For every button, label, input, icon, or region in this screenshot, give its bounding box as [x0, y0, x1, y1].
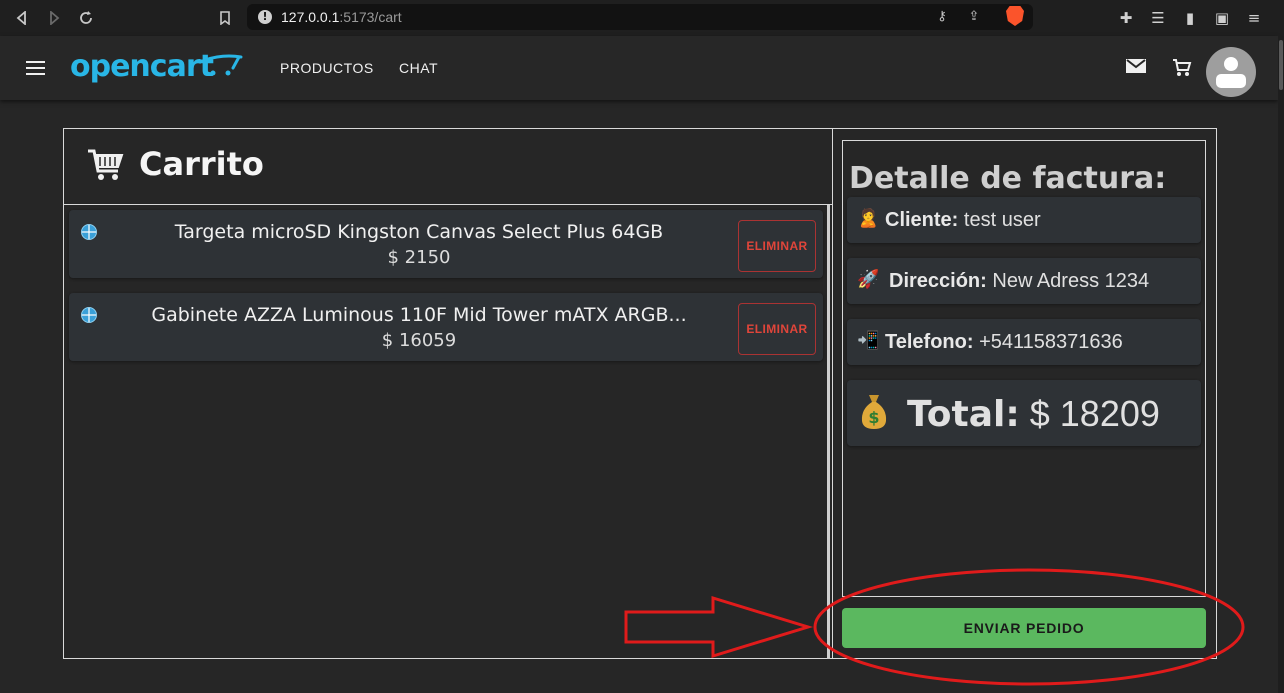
cart-items-list[interactable]: Targeta microSD Kingston Canvas Select P…: [64, 205, 830, 659]
url-text: 127.0.0.1:5173/cart: [281, 9, 402, 25]
shopping-cart-icon: [88, 149, 124, 180]
cart-header: Carrito: [64, 129, 832, 205]
extensions-icon[interactable]: ✚: [1116, 8, 1136, 28]
item-name: Gabinete AZZA Luminous 110F Mid Tower mA…: [151, 304, 687, 326]
nav-productos[interactable]: PRODUCTOS: [280, 60, 374, 76]
key-icon[interactable]: ⚷: [933, 8, 951, 26]
item-price: $ 2150: [387, 247, 451, 268]
sidebar-icon[interactable]: ▮: [1180, 8, 1200, 28]
page-scrollbar[interactable]: [1278, 36, 1284, 693]
app-header: opencart PRODUCTOS CHAT: [0, 36, 1278, 100]
rocket-icon: 🚀: [857, 269, 880, 290]
back-icon[interactable]: [12, 8, 32, 28]
scrollbar-thumb[interactable]: [1279, 40, 1283, 90]
logo-cart-icon: [203, 54, 243, 76]
client-card: 🙎 Cliente: test user: [847, 197, 1201, 243]
bookmark-icon[interactable]: [215, 8, 235, 28]
page-title: Carrito: [139, 145, 264, 183]
globe-icon: [81, 307, 97, 323]
nav-chat[interactable]: CHAT: [399, 60, 438, 76]
media-icon[interactable]: ☰: [1148, 8, 1168, 28]
avatar[interactable]: [1206, 47, 1256, 97]
reload-icon[interactable]: [76, 8, 96, 28]
globe-icon: [81, 224, 97, 240]
phone-text: Telefono: +541158371636: [885, 331, 1123, 353]
address-card: 🚀 Dirección: New Adress 1234: [847, 258, 1201, 304]
share-icon[interactable]: ⇪: [965, 8, 983, 26]
client-text: Cliente: test user: [885, 209, 1041, 231]
person-icon: 🙎: [857, 208, 880, 229]
logo[interactable]: opencart: [70, 49, 214, 84]
site-info-icon[interactable]: !: [258, 10, 272, 24]
hamburger-menu-icon[interactable]: [26, 61, 45, 75]
invoice-panel: Detalle de factura: 🙎 Cliente: test user…: [833, 128, 1217, 659]
menu-icon[interactable]: ≡: [1244, 8, 1264, 28]
invoice-details: Detalle de factura: 🙎 Cliente: test user…: [842, 140, 1206, 597]
forward-icon[interactable]: [44, 8, 64, 28]
mail-icon[interactable]: [1125, 58, 1147, 80]
cart-icon[interactable]: [1171, 58, 1193, 80]
phone-card: 📲 Telefono: +541158371636: [847, 319, 1201, 365]
total-text: Total: $ 18209: [907, 393, 1160, 435]
remove-item-button[interactable]: ELIMINAR: [738, 220, 816, 272]
remove-item-button[interactable]: ELIMINAR: [738, 303, 816, 355]
invoice-title: Detalle de factura:: [849, 161, 1167, 196]
phone-icon: 📲: [857, 330, 880, 351]
address-text: Dirección: New Adress 1234: [889, 270, 1150, 292]
cart-item: Gabinete AZZA Luminous 110F Mid Tower mA…: [69, 293, 823, 361]
address-bar[interactable]: ! 127.0.0.1:5173/cart ⚷ ⇪: [247, 4, 1033, 30]
wallet-icon[interactable]: ▣: [1212, 8, 1232, 28]
money-bag-icon: $: [861, 395, 887, 429]
item-price: $ 16059: [381, 330, 457, 351]
send-order-button[interactable]: ENVIAR PEDIDO: [842, 608, 1206, 648]
browser-toolbar: ! 127.0.0.1:5173/cart ⚷ ⇪ ✚ ☰ ▮ ▣ ≡: [0, 0, 1284, 36]
cart-panel: Carrito Targeta microSD Kingston Canvas …: [63, 128, 833, 659]
cart-item: Targeta microSD Kingston Canvas Select P…: [69, 210, 823, 278]
item-name: Targeta microSD Kingston Canvas Select P…: [174, 221, 664, 243]
svg-text:$: $: [868, 408, 879, 427]
total-card: $ Total: $ 18209: [847, 380, 1201, 446]
